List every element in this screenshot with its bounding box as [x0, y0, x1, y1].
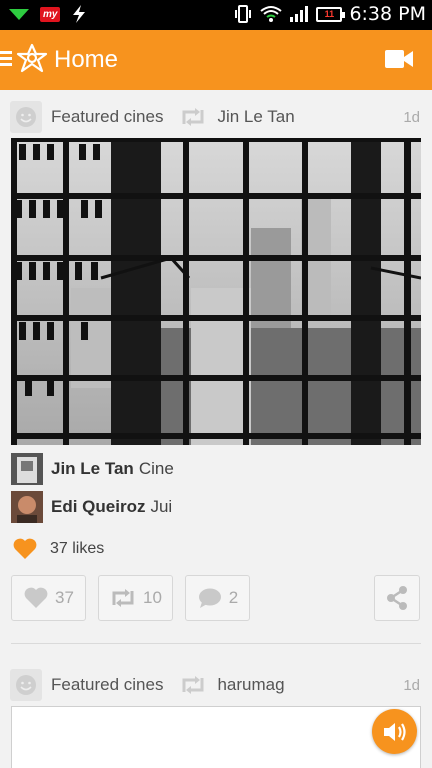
signal-icon [290, 6, 309, 22]
battery-level: 11 [324, 9, 335, 19]
vibrate-icon [235, 5, 252, 23]
app-logo-icon[interactable] [15, 42, 49, 76]
sound-button[interactable] [372, 709, 417, 754]
menu-icon[interactable] [0, 51, 12, 69]
comment-author[interactable]: Jin Le Tan [51, 459, 134, 479]
like-count: 37 [55, 588, 74, 607]
smiley-icon [16, 107, 36, 127]
share-button[interactable] [374, 575, 420, 621]
avatar[interactable] [11, 491, 43, 523]
clock: 6:38 PM [349, 3, 426, 25]
comment-count: 2 [228, 588, 239, 607]
heart-icon [13, 538, 37, 559]
feed-avatar[interactable] [10, 101, 42, 133]
post-time: 1d [403, 108, 420, 126]
share-icon [387, 586, 407, 610]
battery-icon: 11 [316, 6, 346, 22]
comment-author[interactable]: Edi Queiroz [51, 497, 145, 517]
repost-icon [112, 589, 134, 607]
repost-icon [182, 108, 204, 126]
like-button[interactable]: 37 [11, 575, 86, 621]
page-title: Home [54, 46, 119, 73]
speaker-icon [383, 722, 406, 741]
next-post-photo[interactable] [11, 706, 421, 768]
wifi-download-icon [9, 9, 29, 20]
comment-row[interactable]: Jin Le Tan Cine [11, 453, 174, 485]
heart-outline-icon [24, 587, 48, 608]
avatar[interactable] [11, 453, 43, 485]
carrier-badge: my [40, 6, 61, 22]
repost-button[interactable]: 10 [98, 575, 173, 621]
wifi-icon [260, 6, 283, 22]
post-photo[interactable] [11, 138, 421, 445]
video-camera-icon[interactable] [384, 48, 414, 70]
repost-count: 10 [143, 588, 162, 607]
status-bar: my 11 6:38 PM [0, 0, 432, 30]
comment-text: Cine [138, 459, 174, 478]
comment-text: Jui [150, 497, 173, 516]
comment-row[interactable]: Edi Queiroz Jui [11, 491, 172, 523]
feed-avatar[interactable] [10, 669, 42, 701]
likes-count: 37 likes [50, 540, 105, 557]
app-bar: Home [0, 30, 432, 90]
flash-icon [73, 5, 86, 23]
smiley-icon [16, 675, 36, 695]
feed-label[interactable]: Featured cines [51, 675, 163, 695]
post-header: Featured cines Jin Le Tan 1d [10, 100, 422, 134]
post-header: Featured cines harumag 1d [10, 668, 422, 702]
repost-icon [182, 676, 204, 694]
likes-summary[interactable]: 37 likes [12, 538, 104, 560]
comment-button[interactable]: 2 [185, 575, 250, 621]
window-photo-image [11, 138, 421, 445]
feed-label[interactable]: Featured cines [51, 107, 163, 127]
comment-bubble-icon [198, 588, 221, 608]
post-time: 1d [403, 676, 420, 694]
post-divider [11, 643, 421, 644]
reposted-by[interactable]: Jin Le Tan [217, 107, 294, 127]
reposted-by[interactable]: harumag [217, 675, 284, 695]
